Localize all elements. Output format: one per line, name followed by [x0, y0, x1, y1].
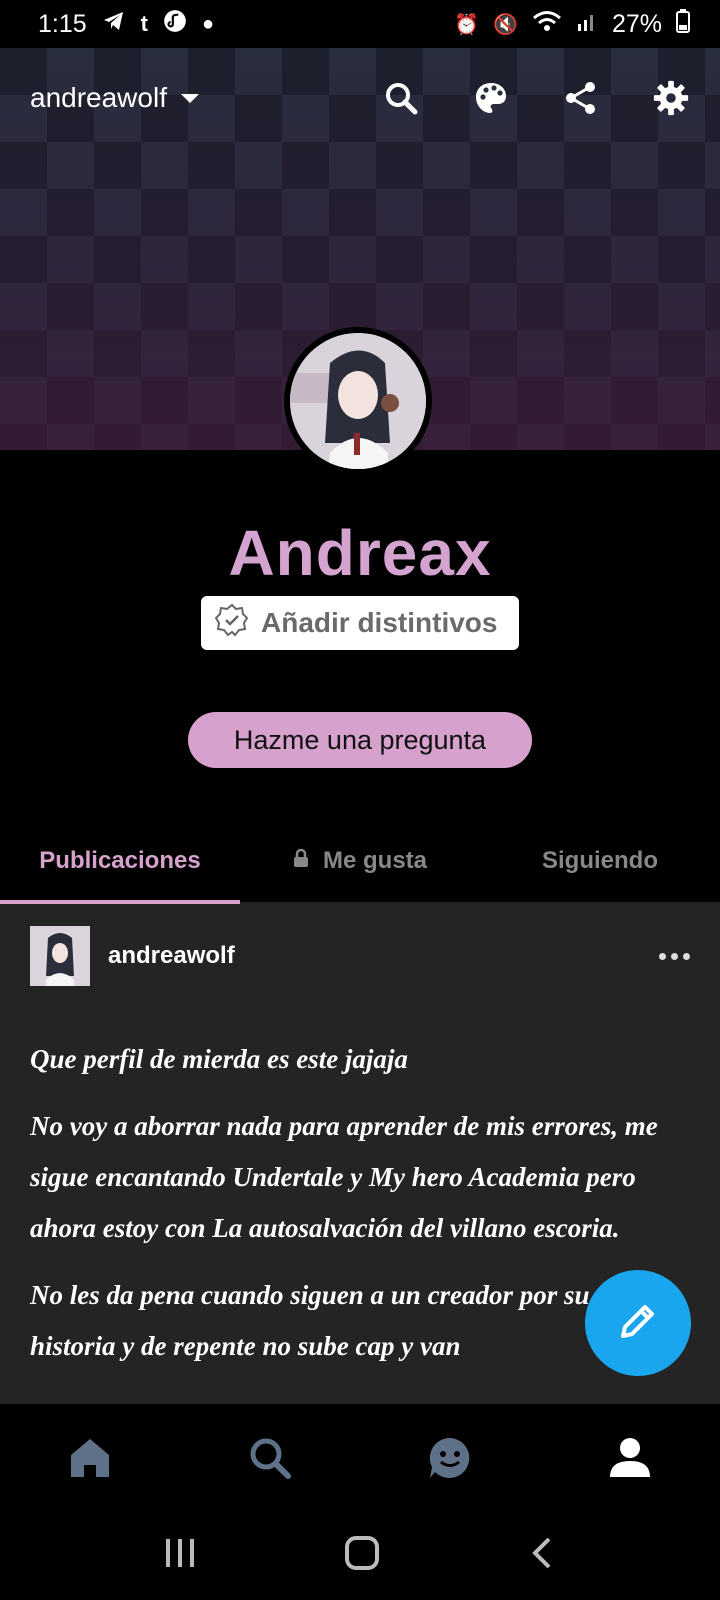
battery-icon: [676, 8, 690, 40]
search-icon[interactable]: [240, 1428, 300, 1488]
blog-title: Andreax: [228, 517, 492, 589]
battery-level: 27%: [611, 9, 662, 38]
dot-icon: ●: [202, 12, 215, 35]
tab-label: Publicaciones: [39, 847, 201, 874]
post-header: andreawolf: [30, 926, 690, 986]
alarm-icon: ⏰: [454, 13, 480, 36]
status-bar: 1:15 t ● ⏰ 🔇 27%: [0, 0, 720, 48]
blog-name: andreawolf: [30, 82, 167, 113]
signal-icon: [576, 10, 598, 39]
home-icon[interactable]: [60, 1428, 120, 1488]
system-navigation: [0, 1510, 720, 1600]
header-actions: [382, 79, 690, 117]
palette-icon[interactable]: [472, 79, 510, 117]
ask-button[interactable]: Hazme una pregunta: [188, 712, 532, 768]
gear-icon[interactable]: [652, 79, 690, 117]
pencil-icon: [615, 1298, 661, 1349]
back-icon[interactable]: [527, 1535, 557, 1576]
telegram-icon: [101, 9, 127, 40]
search-icon[interactable]: [382, 79, 420, 117]
chat-icon[interactable]: [420, 1428, 480, 1488]
compose-button[interactable]: [585, 1270, 691, 1376]
post-paragraph: No voy a aborrar nada para aprender de m…: [30, 1111, 658, 1243]
tab-label: Me gusta: [322, 847, 427, 874]
blog-avatar[interactable]: [284, 327, 432, 475]
tab-publicaciones[interactable]: Publicaciones: [0, 820, 240, 904]
status-right: ⏰ 🔇 27%: [454, 8, 690, 40]
header-toolbar: andreawolf: [30, 74, 690, 122]
tumblr-icon: t: [140, 11, 148, 36]
blog-switcher[interactable]: andreawolf: [30, 82, 199, 114]
recent-apps-icon[interactable]: [163, 1536, 197, 1575]
post-paragraph: Que perfil de mierda es este jajaja: [30, 1044, 408, 1074]
avatar-image: [290, 333, 426, 469]
share-icon[interactable]: [562, 79, 600, 117]
badge-icon: [214, 603, 249, 644]
more-options-icon[interactable]: [659, 952, 690, 960]
tab-label: Siguiendo: [542, 847, 658, 874]
bottom-navigation: [0, 1406, 720, 1510]
status-left: 1:15 t ●: [38, 8, 214, 41]
profile-icon[interactable]: [600, 1428, 660, 1488]
status-time: 1:15: [38, 9, 87, 38]
post-avatar[interactable]: [30, 926, 90, 986]
add-badges-label: Añadir distintivos: [261, 607, 498, 638]
tab-me-gusta[interactable]: Me gusta: [240, 820, 480, 902]
tab-siguiendo[interactable]: Siguiendo: [480, 820, 720, 902]
wifi-icon: [532, 10, 562, 39]
music-icon: [162, 8, 188, 41]
home-button-icon[interactable]: [344, 1535, 380, 1576]
caret-down-icon: [180, 93, 199, 103]
add-badges-button[interactable]: Añadir distintivos: [201, 596, 519, 650]
post-username[interactable]: andreawolf: [108, 942, 659, 970]
lock-icon: [293, 847, 309, 875]
mute-icon: 🔇: [493, 13, 518, 36]
profile-tabs: Publicaciones Me gusta Siguiendo: [0, 820, 720, 904]
